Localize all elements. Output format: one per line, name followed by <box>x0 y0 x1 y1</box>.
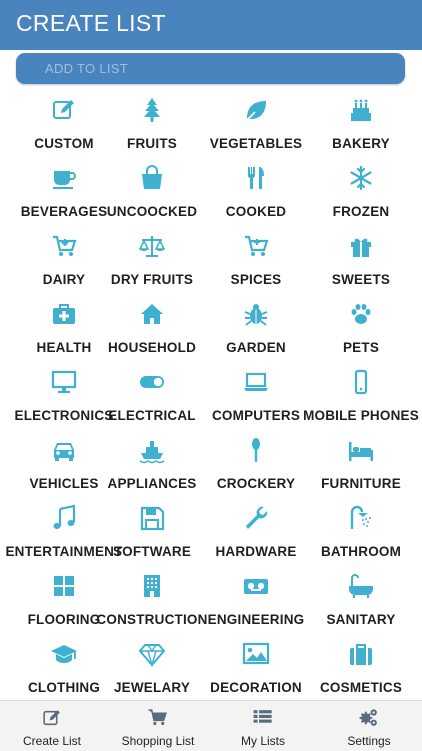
tape-icon <box>242 572 270 600</box>
bathtub-icon <box>347 572 375 600</box>
leaf-icon <box>242 96 270 124</box>
floppy-disk-icon <box>138 504 166 532</box>
category-label: PETS <box>342 340 380 355</box>
edit-icon <box>50 96 78 124</box>
cart-plus-icon <box>242 232 270 260</box>
category-label: COSMETICS <box>319 680 403 695</box>
nav-settings[interactable]: Settings <box>319 701 419 751</box>
category-label: BEVERAGES <box>20 204 108 219</box>
category-label: DAIRY <box>42 272 86 287</box>
shower-icon <box>347 504 375 532</box>
bug-icon <box>242 300 270 328</box>
car-icon <box>50 436 78 464</box>
category-grid: CUSTOM FRUITS VEGETABLES BAKERY BEVERAGES UNC… <box>0 0 422 700</box>
balance-scale-icon <box>138 232 166 260</box>
wrench-icon <box>242 504 270 532</box>
category-label: CUSTOM <box>34 136 94 151</box>
category-label: DRY FRUITS <box>110 272 194 287</box>
category-label: FRUITS <box>127 136 177 151</box>
list-icon <box>252 707 274 729</box>
category-label: BATHROOM <box>320 544 402 559</box>
bottom-navigation: Create List Shopping List My Lists Settings <box>0 700 422 751</box>
category-label: COOKED <box>225 204 287 219</box>
gift-icon <box>347 232 375 260</box>
diamond-icon <box>138 640 166 668</box>
category-label: ELECTRONICS <box>14 408 114 423</box>
category-label: SWEETS <box>331 272 391 287</box>
category-label: BAKERY <box>332 136 390 151</box>
category-label: ELECTRICAL <box>108 408 196 423</box>
category-label: HOUSEHOLD <box>107 340 197 355</box>
monitor-icon <box>50 368 78 396</box>
category-label: SANITARY <box>326 612 396 627</box>
graduation-cap-icon <box>50 640 78 668</box>
nav-label: Settings <box>347 734 391 748</box>
snowflake-icon <box>347 164 375 192</box>
category-label: HEALTH <box>36 340 92 355</box>
category-label: JEWELARY <box>113 680 191 695</box>
edit-icon <box>41 707 63 729</box>
category-label: CONSTRUCTION <box>96 612 208 627</box>
category-label: MOBILE PHONES <box>303 408 419 423</box>
category-label: FURNITURE <box>321 476 401 491</box>
category-label: VEGETABLES <box>209 136 303 151</box>
toggle-icon <box>138 368 166 396</box>
suitcase-icon <box>347 640 375 668</box>
category-label: VEHICLES <box>29 476 99 491</box>
category-label: FLOORING <box>27 612 101 627</box>
home-icon <box>138 300 166 328</box>
ship-icon <box>138 436 166 464</box>
category-label: APPLIANCES <box>107 476 197 491</box>
category-label: COMPUTERS <box>211 408 301 423</box>
bed-icon <box>347 436 375 464</box>
music-icon <box>50 504 78 532</box>
cake-icon <box>347 96 375 124</box>
nav-label: Shopping List <box>121 734 195 748</box>
medkit-icon <box>50 300 78 328</box>
paw-icon <box>347 300 375 328</box>
category-label: ENTERTAINMENT <box>5 544 123 559</box>
nav-label: My Lists <box>240 734 286 748</box>
cup-icon <box>50 164 78 192</box>
utensils-icon <box>242 164 270 192</box>
nav-label: Create List <box>22 734 82 748</box>
nav-my-lists[interactable]: My Lists <box>213 701 313 751</box>
gears-icon <box>358 707 380 729</box>
category-label: SPICES <box>230 272 282 287</box>
category-label: FROZEN <box>332 204 390 219</box>
spoon-icon <box>242 436 270 464</box>
building-icon <box>138 572 166 600</box>
category-label: SOFTWARE <box>112 544 192 559</box>
shopping-bag-icon <box>138 164 166 192</box>
nav-create-list[interactable]: Create List <box>2 701 102 751</box>
category-label: ENGINEERING <box>207 612 305 627</box>
nav-shopping-list[interactable]: Shopping List <box>108 701 208 751</box>
cart-icon <box>147 707 169 729</box>
category-label: GARDEN <box>226 340 286 355</box>
category-label: CLOTHING <box>27 680 101 695</box>
grid-tiles-icon <box>50 572 78 600</box>
cart-download-icon <box>50 232 78 260</box>
laptop-icon <box>242 368 270 396</box>
mobile-icon <box>347 368 375 396</box>
category-label: HARDWARE <box>215 544 297 559</box>
picture-icon <box>242 640 270 668</box>
category-label: DECORATION <box>210 680 302 695</box>
category-label: UNCOOCKED <box>106 204 198 219</box>
tree-icon <box>138 96 166 124</box>
category-label: CROCKERY <box>216 476 296 491</box>
